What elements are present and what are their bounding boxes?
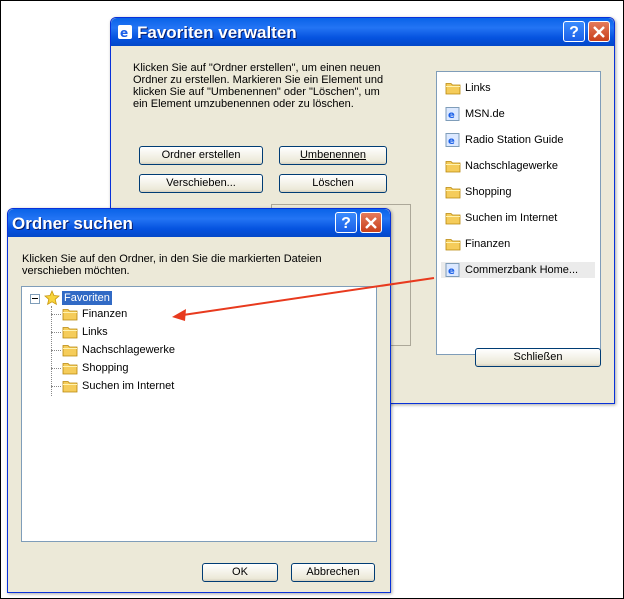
annotation-arrow <box>172 277 435 321</box>
